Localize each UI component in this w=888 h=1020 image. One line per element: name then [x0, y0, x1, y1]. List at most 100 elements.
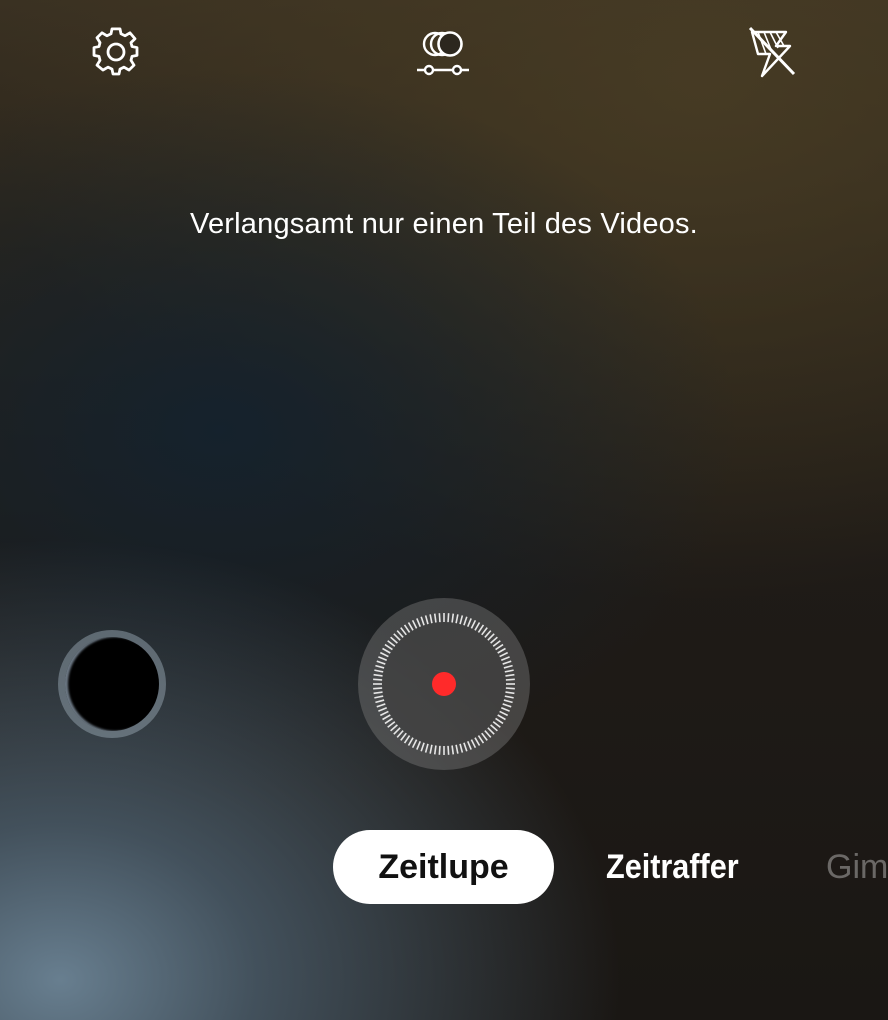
dial-tick — [384, 717, 393, 725]
dial-tick — [495, 643, 504, 651]
dial-tick — [390, 636, 398, 644]
dial-tick — [481, 732, 488, 741]
dial-tick — [499, 651, 509, 658]
dial-tick — [433, 745, 437, 755]
dial-tick — [466, 618, 472, 628]
dial-tick — [502, 660, 512, 665]
gallery-thumbnail-button[interactable] — [58, 630, 166, 738]
dial-tick — [477, 735, 485, 744]
dial-tick — [474, 622, 481, 631]
dial-tick — [407, 737, 414, 746]
dial-tick — [497, 647, 506, 654]
dial-tick — [463, 742, 468, 752]
dial-tick — [396, 630, 404, 638]
flash-toggle-button[interactable] — [742, 22, 802, 82]
dial-tick — [416, 618, 422, 628]
dial-tick — [374, 695, 384, 699]
dial-tick — [375, 699, 385, 704]
dial-tick — [455, 614, 459, 624]
dial-tick — [505, 673, 515, 677]
effects-button[interactable] — [413, 22, 473, 82]
dial-tick — [424, 743, 429, 753]
dial-tick — [459, 743, 464, 753]
dial-tick — [484, 630, 492, 638]
dial-tick — [504, 695, 514, 699]
overlapping-circles-slider-icon — [417, 31, 469, 76]
record-button[interactable] — [358, 598, 530, 770]
dial-tick — [502, 703, 512, 708]
dial-tick — [375, 664, 385, 669]
dial-tick — [503, 699, 513, 704]
dial-tick — [374, 669, 384, 673]
record-dial — [373, 613, 515, 755]
dial-tick — [433, 613, 437, 623]
mode-selector: Zeitlupe Zeitraffer Gimb — [0, 830, 888, 904]
dial-tick — [382, 647, 391, 654]
dial-tick — [447, 613, 450, 623]
dial-tick — [407, 622, 414, 631]
settings-button[interactable] — [86, 22, 146, 82]
dial-tick — [490, 724, 498, 732]
dial-tick — [487, 633, 495, 641]
dial-tick — [466, 740, 472, 750]
dial-tick — [499, 710, 509, 717]
dial-tick — [400, 627, 407, 636]
dial-tick — [387, 721, 396, 728]
record-dot — [432, 672, 456, 696]
dial-tick — [451, 613, 455, 623]
dial-tick — [373, 673, 383, 677]
dial-tick — [438, 745, 441, 755]
dial-tick — [378, 706, 388, 712]
dial-tick — [429, 744, 433, 754]
gear-icon — [92, 27, 139, 76]
dial-tick — [505, 687, 515, 690]
dial-tick — [393, 727, 401, 735]
dial-tick — [376, 703, 386, 708]
dial-tick — [505, 691, 515, 695]
dial-tick — [393, 633, 401, 641]
dial-tick — [373, 687, 383, 690]
dial-tick — [497, 714, 506, 721]
dial-tick — [447, 745, 450, 755]
mode-gimbal[interactable]: Gimb — [826, 830, 888, 904]
dial-tick — [492, 721, 501, 728]
dial-tick — [463, 616, 468, 626]
dial-tick — [387, 640, 396, 647]
dial-tick — [424, 615, 429, 625]
mode-zeitlupe[interactable]: Zeitlupe — [333, 830, 554, 904]
dial-tick — [384, 643, 393, 651]
dial-tick — [474, 737, 481, 746]
dial-tick — [438, 613, 441, 623]
dial-tick — [505, 678, 515, 681]
dial-tick — [416, 740, 422, 750]
gallery-preview-image — [65, 637, 159, 731]
dial-tick — [379, 651, 389, 658]
dial-tick — [455, 744, 459, 754]
dial-tick — [403, 735, 411, 744]
flash-off-icon — [748, 26, 796, 78]
dial-tick — [459, 615, 464, 625]
dial-tick — [451, 745, 455, 755]
dial-tick — [481, 627, 488, 636]
dial-tick — [484, 730, 492, 738]
dial-tick — [376, 660, 386, 665]
mode-hint-text: Verlangsamt nur einen Teil des Videos. — [190, 208, 698, 240]
dial-tick — [500, 656, 510, 662]
dial-tick — [400, 732, 407, 741]
dial-tick — [500, 706, 510, 712]
dial-tick — [477, 624, 485, 633]
dial-tick — [411, 739, 418, 749]
dial-tick — [470, 739, 477, 749]
camera-viewfinder: Verlangsamt nur einen Teil des Videos. Z… — [0, 0, 888, 1020]
dial-tick — [490, 636, 498, 644]
dial-tick — [429, 614, 433, 624]
dial-tick — [379, 710, 389, 717]
dial-tick — [373, 691, 383, 695]
dial-tick — [411, 619, 418, 629]
dial-tick — [495, 717, 504, 725]
mode-zeitraffer[interactable]: Zeitraffer — [606, 830, 739, 904]
dial-tick — [487, 727, 495, 735]
dial-tick — [373, 678, 383, 681]
dial-tick — [492, 640, 501, 647]
dial-tick — [470, 619, 477, 629]
